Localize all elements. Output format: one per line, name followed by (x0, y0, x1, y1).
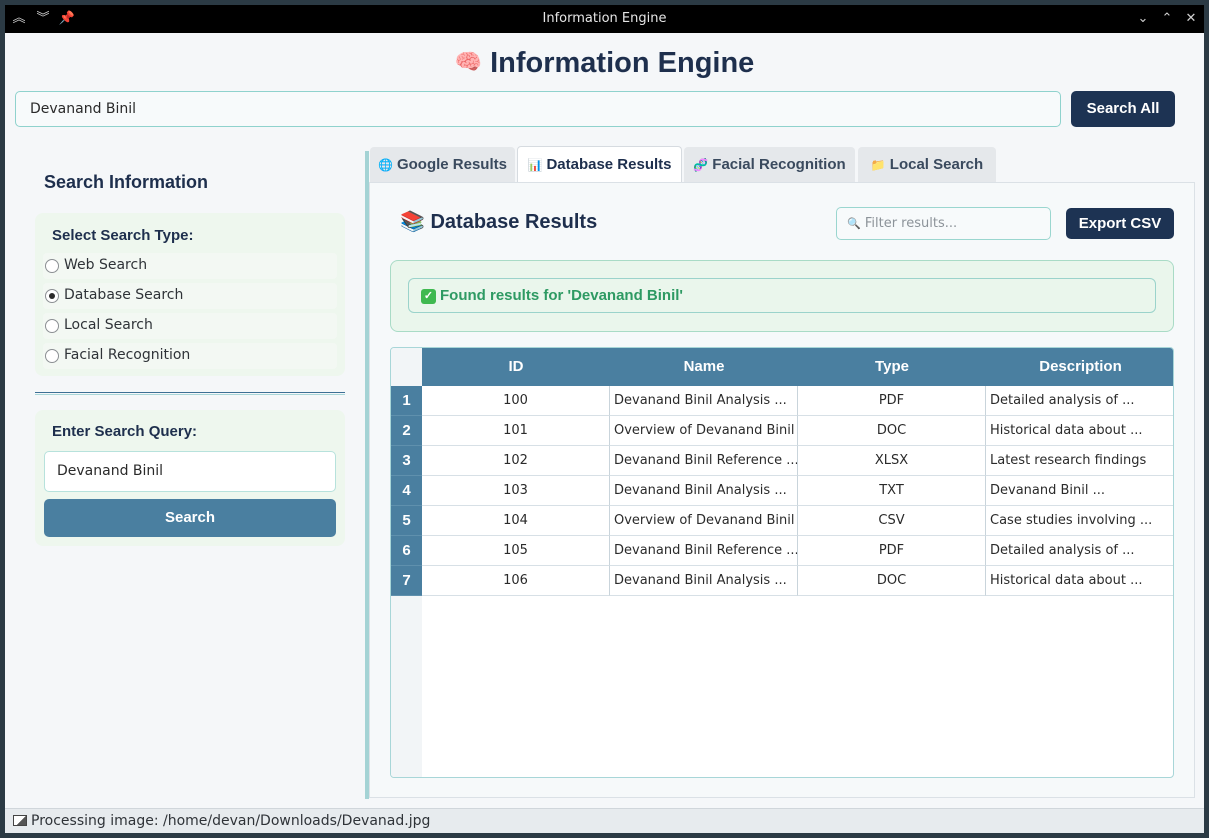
cell-description[interactable]: Latest research findings (986, 446, 1173, 476)
export-csv-button[interactable]: Export CSV (1066, 208, 1174, 239)
app-title-text: Information Engine (490, 47, 755, 79)
close-icon[interactable]: ✕ (1181, 9, 1201, 29)
tab-database-results[interactable]: 📊 Database Results (517, 146, 682, 183)
dna-icon: 🧬 (693, 158, 709, 172)
search-type-title: Select Search Type: (52, 227, 194, 244)
found-message-text: Found results for 'Devanand Binil' (440, 287, 683, 304)
radio-button-icon[interactable] (45, 349, 59, 363)
globe-icon: 🌐 (378, 158, 393, 172)
radio-button-icon[interactable] (45, 259, 59, 273)
brain-icon: 🧠 (454, 49, 483, 74)
cell-description[interactable]: Historical data about ... (986, 566, 1173, 596)
results-table: ID Name Type Description 1 100 Devanand … (390, 347, 1174, 778)
search-information-heading: Search Information (44, 172, 209, 192)
cell-id[interactable]: 101 (422, 416, 610, 446)
cell-name[interactable]: Overview of Devanand Binil (610, 506, 798, 536)
window-title: Information Engine (542, 11, 667, 26)
cell-type[interactable]: PDF (798, 536, 986, 566)
radio-label: Facial Recognition (64, 347, 191, 363)
column-header-name[interactable]: Name (610, 348, 798, 386)
image-icon (13, 815, 27, 826)
column-header-description[interactable]: Description (986, 348, 1173, 386)
status-bar: Processing image: /home/devan/Downloads/… (5, 808, 1204, 833)
cell-name[interactable]: Devanand Binil Analysis ... (610, 476, 798, 506)
tab-local-search[interactable]: 📁 Local Search (858, 147, 996, 182)
radio-facial-recognition[interactable]: Facial Recognition (43, 343, 337, 369)
radio-label: Local Search (64, 317, 153, 333)
cell-type[interactable]: DOC (798, 566, 986, 596)
search-type-group: Select Search Type: Web Search Database … (35, 213, 345, 376)
tab-label: Database Results (546, 156, 672, 173)
cell-description[interactable]: Case studies involving ... (986, 506, 1173, 536)
radio-web-search[interactable]: Web Search (43, 253, 337, 279)
search-all-button[interactable]: Search All (1071, 91, 1175, 127)
found-message: ✓ Found results for 'Devanand Binil' (408, 278, 1156, 313)
query-group: Enter Search Query: Devanand Binil Searc… (35, 410, 345, 546)
cell-type[interactable]: TXT (798, 476, 986, 506)
tab-facial-recognition[interactable]: 🧬 Facial Recognition (684, 147, 855, 182)
status-text: Processing image: /home/devan/Downloads/… (31, 813, 431, 829)
cell-name[interactable]: Overview of Devanand Binil (610, 416, 798, 446)
tab-label: Facial Recognition (712, 156, 846, 173)
sidebar-divider (35, 392, 345, 395)
cell-id[interactable]: 105 (422, 536, 610, 566)
filter-placeholder: Filter results... (864, 216, 958, 231)
cell-id[interactable]: 104 (422, 506, 610, 536)
table-corner[interactable] (391, 348, 422, 386)
app-window: ︽ ︾ 📌 Information Engine ⌄ ⌃ ✕ 🧠 Informat… (5, 5, 1204, 833)
folder-icon: 📁 (870, 158, 886, 172)
cell-description[interactable]: Devanand Binil ... (986, 476, 1173, 506)
column-header-type[interactable]: Type (798, 348, 986, 386)
search-button[interactable]: Search (44, 499, 336, 537)
bar-chart-icon: 📊 (527, 158, 543, 172)
cell-type[interactable]: CSV (798, 506, 986, 536)
results-heading: 📚 Database Results (400, 209, 597, 234)
row-header[interactable]: 6 (391, 536, 422, 566)
magnifier-icon: 🔍 (847, 217, 861, 230)
query-title: Enter Search Query: (52, 423, 198, 440)
cell-type[interactable]: XLSX (798, 446, 986, 476)
tab-label: Local Search (889, 156, 984, 173)
maximize-icon[interactable]: ⌃ (1157, 9, 1177, 29)
cell-name[interactable]: Devanand Binil Reference ... (610, 536, 798, 566)
query-input[interactable]: Devanand Binil (44, 451, 336, 492)
radio-label: Database Search (64, 287, 184, 303)
cell-name[interactable]: Devanand Binil Reference ... (610, 446, 798, 476)
cell-name[interactable]: Devanand Binil Analysis ... (610, 386, 798, 416)
cell-id[interactable]: 102 (422, 446, 610, 476)
check-mark-icon: ✓ (421, 289, 436, 304)
minimize-icon[interactable]: ⌄ (1133, 9, 1153, 29)
row-header[interactable]: 3 (391, 446, 422, 476)
column-header-id[interactable]: ID (422, 348, 610, 386)
radio-local-search[interactable]: Local Search (43, 313, 337, 339)
tab-google-results[interactable]: 🌐 Google Results (370, 147, 515, 182)
cell-description[interactable]: Detailed analysis of ... (986, 536, 1173, 566)
cell-description[interactable]: Historical data about ... (986, 416, 1173, 446)
results-heading-text: Database Results (430, 211, 598, 233)
books-icon: 📚 (400, 211, 425, 233)
filter-input[interactable]: 🔍 Filter results... (836, 207, 1051, 240)
row-header[interactable]: 7 (391, 566, 422, 596)
radio-label: Web Search (64, 257, 148, 273)
status-panel: ✓ Found results for 'Devanand Binil' (390, 260, 1174, 332)
row-header[interactable]: 5 (391, 506, 422, 536)
cell-id[interactable]: 100 (422, 386, 610, 416)
cell-type[interactable]: DOC (798, 416, 986, 446)
cell-id[interactable]: 103 (422, 476, 610, 506)
radio-database-search[interactable]: Database Search (43, 283, 337, 309)
cell-name[interactable]: Devanand Binil Analysis ... (610, 566, 798, 596)
cell-id[interactable]: 106 (422, 566, 610, 596)
row-header[interactable]: 2 (391, 416, 422, 446)
row-header[interactable]: 1 (391, 386, 422, 416)
global-search-input[interactable]: Devanand Binil (15, 91, 1061, 127)
app-title: 🧠 Information Engine (5, 47, 1204, 80)
title-bar: ︽ ︾ 📌 Information Engine ⌄ ⌃ ✕ (5, 5, 1204, 33)
cell-description[interactable]: Detailed analysis of ... (986, 386, 1173, 416)
tab-label: Google Results (396, 156, 507, 173)
cell-type[interactable]: PDF (798, 386, 986, 416)
row-header[interactable]: 4 (391, 476, 422, 506)
radio-button-selected-icon[interactable] (45, 289, 59, 303)
radio-button-icon[interactable] (45, 319, 59, 333)
